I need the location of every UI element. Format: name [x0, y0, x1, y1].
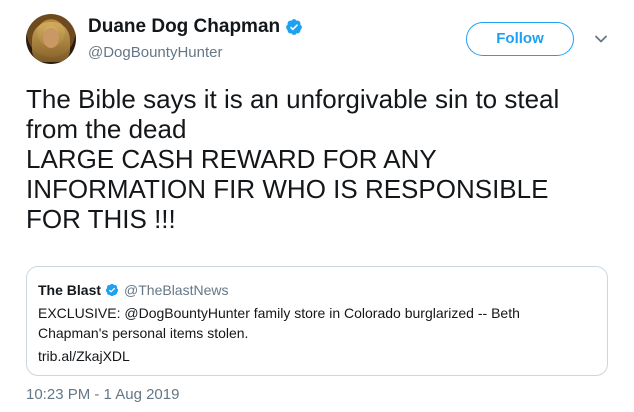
- follow-button[interactable]: Follow: [466, 22, 574, 56]
- quoted-tweet-card[interactable]: The Blast @TheBlastNews EXCLUSIVE: @DogB…: [26, 266, 608, 376]
- tweet-text: The Bible says it is an unforgivable sin…: [26, 84, 626, 234]
- quoted-author-handle: @TheBlastNews: [124, 282, 229, 298]
- tweet-text-line: LARGE CASH REWARD FOR ANY: [26, 144, 437, 174]
- verified-badge-icon: [105, 283, 119, 297]
- quoted-tweet-text: EXCLUSIVE: @DogBountyHunter family store…: [38, 303, 598, 343]
- author-display-name-row[interactable]: Duane Dog Chapman: [88, 16, 303, 38]
- tweet-text-line: from the dead: [26, 114, 187, 144]
- tweet-timestamp[interactable]: 10:23 PM - 1 Aug 2019: [26, 386, 179, 404]
- author-display-name[interactable]: Duane Dog Chapman: [88, 16, 280, 38]
- tweet-text-line: INFORMATION FIR WHO IS RESPONSIBLE: [26, 174, 549, 204]
- tweet-text-line: The Bible says it is an unforgivable sin…: [26, 84, 560, 114]
- quoted-tweet-text-line: EXCLUSIVE: @DogBountyHunter family store…: [38, 305, 520, 321]
- quoted-tweet-text-line: Chapman's personal items stolen.: [38, 325, 249, 341]
- author-handle[interactable]: @DogBountyHunter: [88, 44, 303, 62]
- quoted-tweet-link[interactable]: trib.al/ZkajXDL: [38, 347, 130, 365]
- quoted-tweet-header: The Blast @TheBlastNews: [38, 281, 228, 299]
- quoted-author-name: The Blast: [38, 282, 102, 298]
- verified-badge-icon: [286, 19, 302, 35]
- author-info[interactable]: Duane Dog Chapman @DogBountyHunter: [88, 16, 303, 62]
- avatar[interactable]: [26, 14, 76, 64]
- avatar-face: [43, 28, 59, 48]
- tweet-text-line: FOR THIS !!!: [26, 204, 176, 234]
- chevron-down-icon[interactable]: [594, 32, 608, 46]
- tweet-header: Duane Dog Chapman @DogBountyHunter Follo…: [26, 10, 616, 66]
